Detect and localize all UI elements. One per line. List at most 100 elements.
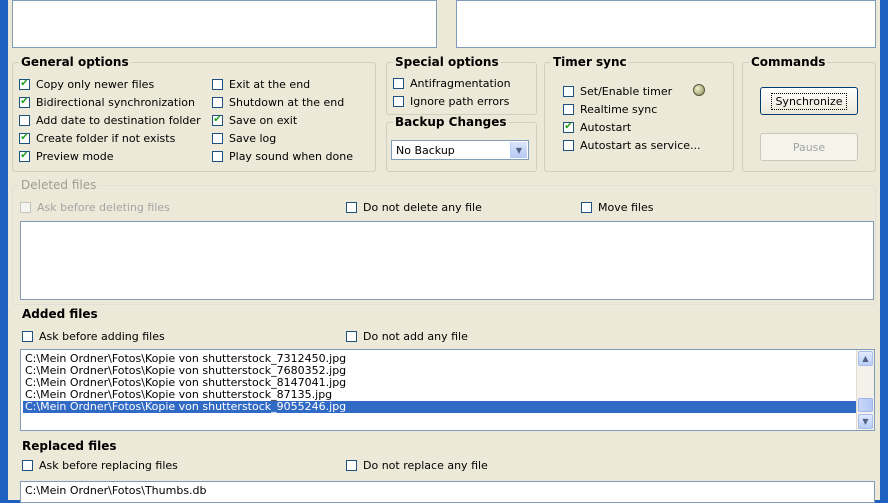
set-enable-timer-checkbox-label: Set/Enable timer (580, 84, 673, 98)
exit-at-the-end-checkbox-label: Exit at the end (229, 77, 311, 91)
timer-sync-title: Timer sync (551, 55, 629, 69)
autostart-as-service-checkbox-label: Autostart as service... (580, 138, 701, 152)
special-options-title: Special options (393, 55, 501, 69)
checkbox-box (346, 330, 357, 342)
add-date-to-destination-folder-checkbox[interactable]: Add date to destination folder (19, 112, 201, 128)
do-not-delete-checkbox[interactable]: Do not delete any file (346, 199, 482, 215)
pause-button-label: Pause (792, 140, 826, 154)
checkbox-box (212, 96, 223, 108)
timer-status-lamp-icon (693, 84, 705, 96)
ask-before-replacing-checkbox[interactable]: Ask before replacing files (22, 457, 178, 473)
added-files-list[interactable]: C:\Mein Ordner\Fotos\Kopie von shutterst… (20, 349, 875, 431)
pause-button[interactable]: Pause (760, 133, 858, 161)
deleted-files-list[interactable] (20, 221, 874, 300)
added-files-scrollbar[interactable]: ▲ ▼ (856, 350, 874, 430)
add-date-to-destination-folder-checkbox-label: Add date to destination folder (36, 113, 201, 127)
check-mark-icon: ✔ (19, 132, 30, 144)
chevron-down-icon[interactable]: ▼ (510, 142, 527, 158)
commands-group: Commands Synchronize Pause (742, 55, 876, 172)
replaced-files-panel: Replaced files Ask before replacing file… (8, 439, 880, 503)
commands-title: Commands (749, 55, 828, 69)
ask-before-replacing-label: Ask before replacing files (39, 458, 178, 472)
ask-before-adding-checkbox[interactable]: Ask before adding files (22, 328, 165, 344)
ask-before-adding-label: Ask before adding files (39, 329, 165, 343)
scroll-down-icon[interactable]: ▼ (858, 414, 873, 429)
save-log-checkbox-label: Save log (229, 131, 277, 145)
preview-mode-checkbox-label: Preview mode (36, 149, 114, 163)
check-mark-icon: ✔ (19, 96, 30, 108)
play-sound-when-done-checkbox-label: Play sound when done (229, 149, 353, 163)
autostart-as-service-checkbox[interactable]: Autostart as service... (563, 137, 701, 153)
source-folder-list[interactable] (12, 0, 437, 48)
checkbox-box (581, 201, 592, 213)
special-options-group: Special options Antifragmentation Ignore … (386, 55, 537, 115)
check-mark-icon: ✔ (563, 121, 574, 133)
save-on-exit-checkbox[interactable]: ✔ Save on exit (212, 112, 297, 128)
backup-changes-group: Backup Changes No Backup ▼ (386, 115, 537, 172)
ignore-path-errors-checkbox[interactable]: Ignore path errors (393, 93, 509, 109)
play-sound-when-done-checkbox[interactable]: Play sound when done (212, 148, 353, 164)
copy-only-newer-files-checkbox-label: Copy only newer files (36, 77, 155, 91)
checkbox-box (20, 201, 31, 213)
autostart-checkbox-label: Autostart (580, 120, 632, 134)
shutdown-at-the-end-checkbox-label: Shutdown at the end (229, 95, 345, 109)
ask-before-deleting-label: Ask before deleting files (37, 200, 170, 214)
deleted-files-title: Deleted files (19, 178, 99, 192)
scrollbar-thumb[interactable] (858, 398, 873, 412)
create-folder-if-not-exists-checkbox[interactable]: ✔ Create folder if not exists (19, 130, 175, 146)
do-not-add-checkbox[interactable]: Do not add any file (346, 328, 468, 344)
checkbox-box (212, 78, 223, 90)
check-mark-icon: ✔ (19, 150, 30, 162)
move-files-label: Move files (598, 200, 654, 214)
checkbox-box (563, 103, 574, 115)
added-files-title: Added files (22, 307, 98, 321)
autostart-checkbox[interactable]: ✔ Autostart (563, 119, 631, 135)
checkbox-box (563, 139, 574, 151)
deleted-files-panel: Deleted files Ask before deleting files … (8, 177, 880, 307)
options-panel: General options ✔ Copy only newer files ✔ B… (8, 55, 880, 177)
scroll-up-icon[interactable]: ▲ (858, 351, 873, 366)
list-item[interactable]: C:\Mein Ordner\Fotos\Thumbs.db (23, 485, 856, 497)
save-log-checkbox[interactable]: Save log (212, 130, 276, 146)
added-files-panel: Added files Ask before adding files Do n… (8, 307, 880, 439)
move-files-checkbox[interactable]: Move files (581, 199, 653, 215)
create-folder-if-not-exists-checkbox-label: Create folder if not exists (36, 131, 176, 145)
general-options-title: General options (19, 55, 131, 69)
shutdown-at-the-end-checkbox[interactable]: Shutdown at the end (212, 94, 344, 110)
antifragmentation-checkbox[interactable]: Antifragmentation (393, 75, 511, 91)
replaced-files-title: Replaced files (22, 439, 117, 453)
copy-only-newer-files-checkbox[interactable]: ✔ Copy only newer files (19, 76, 154, 92)
check-mark-icon: ✔ (212, 114, 223, 126)
target-folder-list[interactable] (456, 0, 876, 48)
synchronize-button-label: Synchronize (771, 92, 847, 110)
folder-lists-panel (8, 0, 880, 55)
save-on-exit-checkbox-label: Save on exit (229, 113, 298, 127)
checkbox-box (346, 201, 357, 213)
exit-at-the-end-checkbox[interactable]: Exit at the end (212, 76, 310, 92)
timer-sync-group: Timer sync Set/Enable timer Realtime sync… (544, 55, 734, 172)
bidirectional-synchronization-checkbox-label: Bidirectional synchronization (36, 95, 195, 109)
antifragmentation-checkbox-label: Antifragmentation (410, 76, 511, 90)
set-enable-timer-checkbox[interactable]: Set/Enable timer (563, 83, 672, 99)
realtime-sync-checkbox-label: Realtime sync (580, 102, 658, 116)
synchronize-button[interactable]: Synchronize (760, 87, 858, 115)
checkbox-box (346, 459, 357, 471)
backup-changes-title: Backup Changes (393, 115, 509, 129)
preview-mode-checkbox[interactable]: ✔ Preview mode (19, 148, 114, 164)
do-not-replace-label: Do not replace any file (363, 458, 488, 472)
checkbox-box (212, 132, 223, 144)
backup-mode-select[interactable]: No Backup ▼ (391, 140, 529, 160)
list-item[interactable]: C:\Mein Ordner\Fotos\Kopie von shutterst… (23, 401, 856, 413)
checkbox-box (22, 459, 33, 471)
do-not-replace-checkbox[interactable]: Do not replace any file (346, 457, 488, 473)
checkbox-box (393, 77, 404, 89)
backup-mode-value: No Backup (396, 143, 455, 157)
checkbox-box (393, 95, 404, 107)
bidirectional-synchronization-checkbox[interactable]: ✔ Bidirectional synchronization (19, 94, 195, 110)
realtime-sync-checkbox[interactable]: Realtime sync (563, 101, 657, 117)
do-not-delete-label: Do not delete any file (363, 200, 482, 214)
checkbox-box (22, 330, 33, 342)
ask-before-deleting-checkbox[interactable]: Ask before deleting files (20, 199, 170, 215)
checkbox-box (19, 114, 30, 126)
checkbox-box (212, 150, 223, 162)
